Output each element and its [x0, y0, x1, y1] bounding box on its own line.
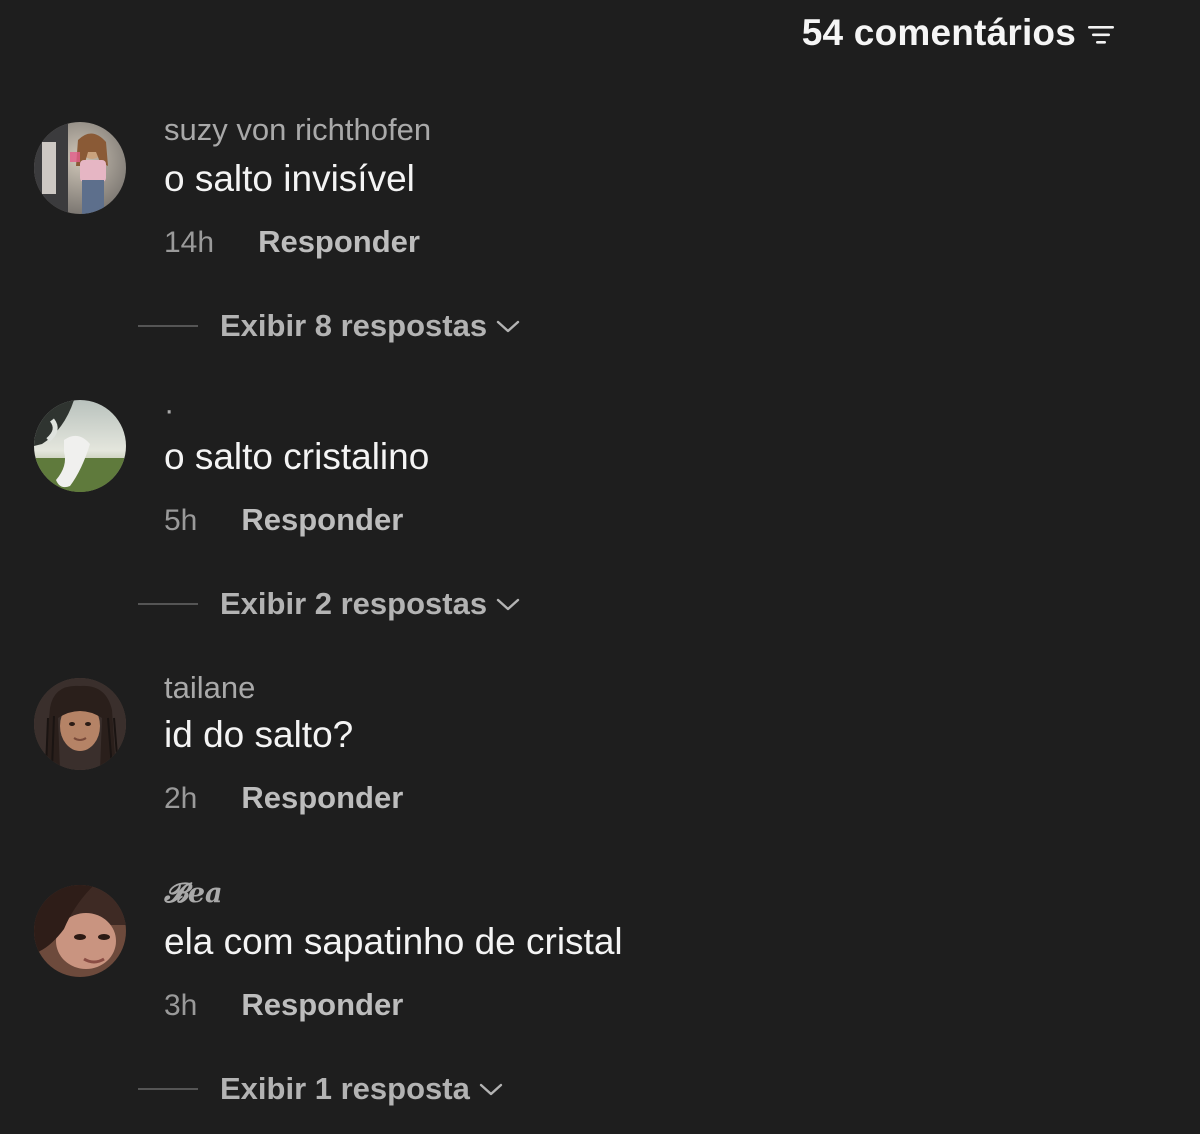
comment-username[interactable]: tailane [164, 670, 255, 706]
reply-button[interactable]: Responder [241, 780, 403, 816]
comment-time: 5h [164, 504, 198, 537]
comment-text: o salto cristalino [164, 436, 430, 477]
comment-text: o salto invisível [164, 158, 415, 199]
comment-text: ela com sapatinho de cristal [164, 921, 623, 962]
comment-meta: 2h Responder [164, 780, 403, 816]
reply-button[interactable]: Responder [258, 224, 420, 260]
avatar[interactable] [34, 400, 126, 492]
replies-divider [138, 1088, 198, 1090]
view-replies-label: Exibir 2 respostas [220, 586, 488, 621]
comment-username[interactable]: · [164, 392, 174, 428]
avatar[interactable] [34, 122, 126, 214]
avatar[interactable] [34, 885, 126, 977]
chevron-down-icon [495, 319, 521, 335]
chevron-down-icon [478, 1082, 504, 1098]
chevron-down-icon [495, 597, 521, 613]
comment-text: id do salto? [164, 714, 354, 755]
view-replies-button[interactable]: Exibir 2 respostas [138, 586, 521, 622]
view-replies-label: Exibir 1 resposta [220, 1071, 470, 1106]
filter-icon[interactable] [1086, 22, 1116, 48]
view-replies-label: Exibir 8 respostas [220, 308, 488, 343]
comment-username[interactable]: suzy von richthofen [164, 112, 431, 148]
comment-meta: 3h Responder [164, 987, 403, 1023]
comment-time: 14h [164, 226, 215, 259]
comment-time: 3h [164, 989, 198, 1022]
reply-button[interactable]: Responder [241, 502, 403, 538]
comment-meta: 14h Responder [164, 224, 420, 260]
comment-username[interactable]: 𝓑ea [164, 878, 223, 910]
view-replies-button[interactable]: Exibir 1 resposta [138, 1071, 504, 1107]
replies-divider [138, 325, 198, 327]
replies-divider [138, 603, 198, 605]
view-replies-button[interactable]: Exibir 8 respostas [138, 308, 521, 344]
comments-header: 54 comentários [802, 10, 1116, 56]
comment-meta: 5h Responder [164, 502, 403, 538]
reply-button[interactable]: Responder [241, 987, 403, 1023]
avatar[interactable] [34, 678, 126, 770]
comment-count: 54 comentários [801, 12, 1076, 53]
comment-time: 2h [164, 782, 198, 815]
